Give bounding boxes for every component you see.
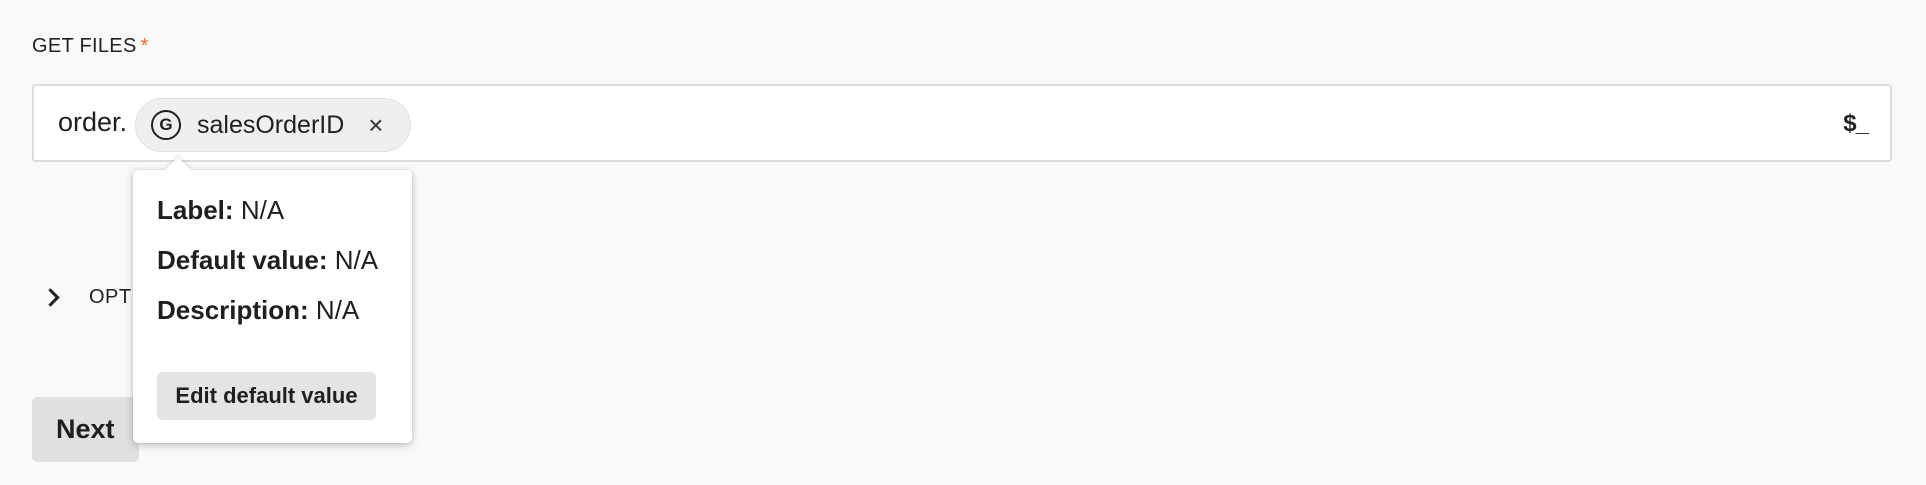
next-button[interactable]: Next [32,397,139,462]
close-icon[interactable]: × [368,112,383,138]
variable-info-popover: Label: N/A Default value: N/A Descriptio… [133,170,412,443]
popover-default-value: N/A [334,245,379,275]
popover-default-key: Default value: [157,245,328,275]
options-toggle[interactable]: OPTI [41,286,138,309]
chevron-right-icon [41,288,60,307]
global-variable-icon: G [151,110,181,140]
popover-description-value: N/A [315,295,360,325]
popover-description-key: Description: [157,295,309,325]
options-label: OPTI [89,286,138,308]
variable-insert-icon[interactable]: $_ [1843,110,1869,138]
popover-label-value: N/A [240,195,285,225]
edit-default-value-button[interactable]: Edit default value [157,372,376,420]
get-files-input[interactable]: order. G salesOrderID × $_ [32,84,1892,162]
popover-default-row: Default value: N/A [157,245,378,276]
required-marker: * [140,35,149,57]
get-files-field-label: GET FILES * [32,35,149,58]
popover-description-row: Description: N/A [157,295,359,326]
popover-label-key: Label: [157,195,234,225]
field-label-text: GET FILES [32,35,137,57]
form-page: GET FILES * order. G salesOrderID × $_ OP… [0,0,1926,485]
popover-label-row: Label: N/A [157,195,284,226]
input-prefix-text: order. [58,107,128,137]
variable-chip[interactable]: G salesOrderID × [135,98,411,152]
chip-label: salesOrderID [197,110,345,139]
